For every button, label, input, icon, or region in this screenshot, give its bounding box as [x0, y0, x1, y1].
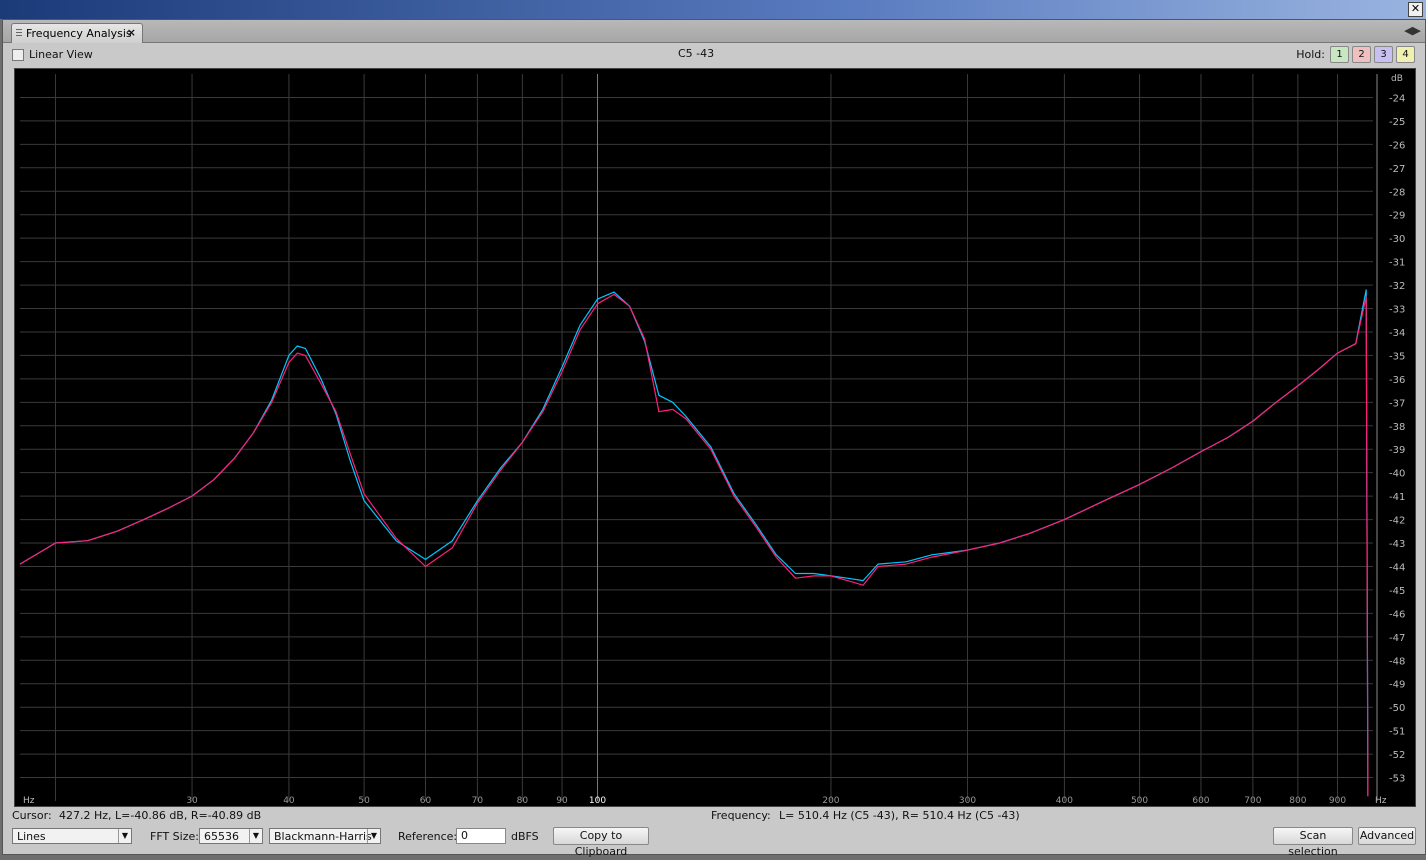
spectrum-svg[interactable]: -24 -25 -26 -27 -28 -29 -30 -31 -32 -33 -34 -35 -36 -…	[15, 69, 1415, 806]
x-tick-label: 100	[589, 796, 606, 806]
spectrum-graph[interactable]: -24 -25 -26 -27 -28 -29 -30 -31 -32 -33 -34 -35 -36 -…	[14, 68, 1416, 807]
hold-button-2[interactable]: 2	[1352, 46, 1371, 63]
linear-view-label: Linear View	[29, 48, 93, 61]
reference-unit: dBFS	[511, 830, 539, 843]
tab-close-icon[interactable]: ×	[127, 26, 136, 39]
tab-frequency-analysis[interactable]: Frequency Analysis ×	[11, 23, 143, 43]
y-tick-label: -41	[1389, 492, 1405, 503]
controls-row: Lines ▼ FFT Size: 65536 ▼ Blackmann-Harr…	[3, 826, 1425, 858]
display-mode-value: Lines	[17, 830, 46, 843]
note-readout: C5 -43	[678, 47, 715, 60]
x-tick-label: 30	[186, 796, 198, 806]
y-tick-label: -43	[1389, 539, 1405, 550]
chevron-down-icon: ▼	[118, 829, 131, 843]
y-tick-label: -42	[1389, 516, 1405, 527]
panel-menu-icon[interactable]: ◀▶	[1404, 24, 1421, 37]
y-tick-label: -24	[1389, 93, 1405, 104]
hold-button-4[interactable]: 4	[1396, 46, 1415, 63]
display-mode-select[interactable]: Lines ▼	[12, 828, 132, 844]
fft-size-value: 65536	[204, 830, 239, 843]
frequency-label: Frequency:	[711, 809, 771, 822]
y-tick-label: -38	[1389, 422, 1405, 433]
window-select[interactable]: Blackmann-Harris ▼	[269, 828, 381, 844]
linear-view-checkbox[interactable]	[12, 49, 24, 61]
y-axis-label: dB	[1391, 74, 1403, 84]
hold-button-1[interactable]: 1	[1330, 46, 1349, 63]
y-tick-label: -30	[1389, 234, 1405, 245]
y-tick-label: -33	[1389, 305, 1405, 316]
reference-label: Reference:	[398, 830, 458, 843]
window-titlebar: ✕	[0, 0, 1426, 19]
y-tick-label: -25	[1389, 117, 1405, 128]
x-tick-label: 700	[1244, 796, 1261, 806]
y-tick-label: -28	[1389, 187, 1405, 198]
y-tick-label: -46	[1389, 609, 1405, 620]
cursor-value: 427.2 Hz, L=-40.86 dB, R=-40.89 dB	[59, 809, 262, 822]
scan-selection-button[interactable]: Scan selection	[1273, 827, 1353, 858]
y-tick-label: -45	[1389, 586, 1405, 597]
x-tick-label: 500	[1131, 796, 1148, 806]
y-tick-label: -35	[1389, 351, 1405, 362]
x-axis-label: Hz	[23, 796, 35, 806]
y-tick-label: -37	[1389, 398, 1405, 409]
y-tick-label: -40	[1389, 469, 1405, 480]
hold-button-3[interactable]: 3	[1374, 46, 1393, 63]
y-tick-label: -29	[1389, 211, 1405, 222]
y-tick-label: -44	[1389, 562, 1405, 573]
y-tick-label: -39	[1389, 445, 1405, 456]
chevron-down-icon: ▼	[249, 829, 262, 843]
chevron-down-icon: ▼	[367, 829, 380, 843]
fft-size-label: FFT Size:	[150, 830, 199, 843]
x-tick-label: 60	[420, 796, 432, 806]
fft-size-select[interactable]: 65536 ▼	[199, 828, 263, 844]
y-tick-label: -27	[1389, 164, 1405, 175]
x-tick-label: 800	[1289, 796, 1306, 806]
y-tick-label: -51	[1389, 727, 1405, 738]
reference-input[interactable]: 0	[456, 828, 506, 844]
y-tick-label: -52	[1389, 750, 1405, 761]
x-tick-label: 200	[822, 796, 839, 806]
grip-icon[interactable]	[16, 29, 22, 38]
x-tick-label: 400	[1056, 796, 1073, 806]
spectrum-line-pink	[19, 293, 1369, 797]
y-tick-label: -26	[1389, 140, 1405, 151]
x-tick-label: 90	[556, 796, 568, 806]
y-tick-label: -31	[1389, 258, 1405, 269]
y-tick-label: -34	[1389, 328, 1405, 339]
frequency-value: L= 510.4 Hz (C5 -43), R= 510.4 Hz (C5 -4…	[779, 809, 1020, 822]
x-tick-label: 900	[1329, 796, 1346, 806]
tab-strip: Frequency Analysis × ◀▶	[3, 20, 1425, 43]
hold-group: Hold: 1 2 3 4	[1296, 46, 1415, 63]
x-tick-label: 80	[517, 796, 529, 806]
frequency-analysis-panel: Frequency Analysis × ◀▶ Linear View C5 -…	[2, 19, 1426, 858]
x-tick-label: 600	[1192, 796, 1209, 806]
y-tick-label: -32	[1389, 281, 1405, 292]
advanced-button[interactable]: Advanced	[1358, 827, 1416, 845]
close-icon[interactable]: ✕	[1408, 2, 1423, 17]
hold-label: Hold:	[1296, 48, 1325, 61]
options-row: Linear View C5 -43 Hold: 1 2 3 4	[3, 43, 1425, 65]
y-tick-label: -48	[1389, 656, 1405, 667]
cursor-label: Cursor:	[12, 809, 52, 822]
y-tick-label: -47	[1389, 633, 1405, 644]
x-tick-label: 40	[283, 796, 295, 806]
tab-label: Frequency Analysis	[26, 27, 132, 40]
copy-to-clipboard-button[interactable]: Copy to Clipboard	[553, 827, 649, 858]
y-tick-label: -36	[1389, 375, 1405, 386]
x-tick-label: 50	[358, 796, 370, 806]
y-tick-label: -49	[1389, 680, 1405, 691]
y-tick-label: -53	[1389, 774, 1405, 785]
status-row: Cursor: 427.2 Hz, L=-40.86 dB, R=-40.89 …	[3, 807, 1425, 825]
window-value: Blackmann-Harris	[274, 830, 372, 843]
y-tick-label: -50	[1389, 703, 1405, 714]
x-tick-label: 300	[959, 796, 976, 806]
x-tick-label: 70	[472, 796, 484, 806]
